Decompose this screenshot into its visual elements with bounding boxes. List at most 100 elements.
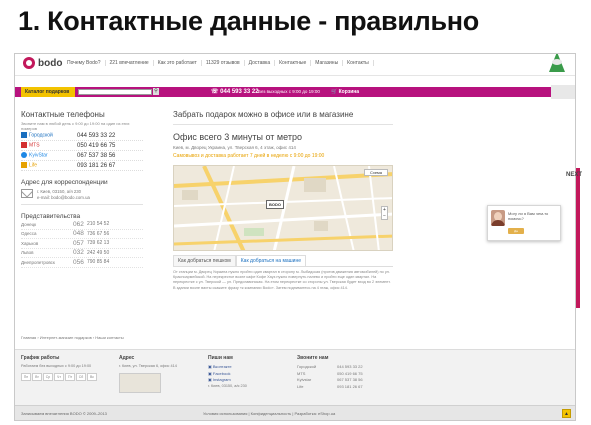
operator-name: MTS xyxy=(29,142,40,149)
rep-city: Харьков xyxy=(21,240,39,246)
legal-links[interactable]: Условия использования | Конфиденциальнос… xyxy=(203,411,335,416)
social-label: Instagram xyxy=(212,377,231,382)
office-address: Киев, м. Дворец Украина, ул. Тверская 6,… xyxy=(173,145,296,150)
rep-number: 790 85 84 xyxy=(87,259,110,266)
top-nav: Почему Bodo? 221 впечатление Как это раб… xyxy=(63,60,374,66)
city-phone-icon xyxy=(21,132,27,139)
mail-lines: г. Киев, 03150, а/я 230 e-mail: bodo@bod… xyxy=(37,189,90,200)
phone-number: 093 181 26 67 xyxy=(77,162,116,169)
cart-box xyxy=(551,85,575,99)
mail-title: Адрес для корреспонденции xyxy=(21,179,108,186)
copyright: Записываем впечатления BODO © 2009–2013 xyxy=(21,411,107,416)
kyivstar-icon xyxy=(21,152,27,159)
rep-city: Донецк xyxy=(21,221,37,227)
footer-mini-map[interactable] xyxy=(119,372,161,393)
map[interactable]: BODO Схема + − xyxy=(173,165,393,251)
phone-row: KyivStar 067 537 38 56 xyxy=(21,151,143,161)
operator-label: MTS xyxy=(21,142,77,149)
rep-number: 739 62 13 xyxy=(87,240,110,247)
footer-schedule: График работы Работаем без выходных с 9:… xyxy=(21,355,111,381)
day-cell: Чт xyxy=(54,372,64,381)
rep-city: Днепропетровск xyxy=(21,259,55,265)
social-label: Facebook xyxy=(212,370,231,376)
rep-city: Львов xyxy=(21,250,34,256)
nav-item[interactable]: 11329 отзывов xyxy=(202,60,245,66)
office-title: Офис всего 3 минуты от метро xyxy=(173,132,302,142)
mts-icon xyxy=(21,142,27,149)
tab-walk[interactable]: Как добраться пешком xyxy=(173,255,236,266)
header-hours: Без выходных с 9:00 до 19:00 xyxy=(258,89,320,94)
footer: График работы Работаем без выходных с 9:… xyxy=(15,349,575,405)
map-zoom-control[interactable]: + − xyxy=(381,206,388,220)
footer-phones-title: Звоните нам xyxy=(297,355,329,361)
breadcrumb[interactable]: Главная › Интернет-магазин подарков › На… xyxy=(21,335,124,340)
search-input[interactable] xyxy=(78,89,152,95)
nav-item[interactable]: 221 впечатление xyxy=(106,60,154,66)
rep-city: Одесса xyxy=(21,231,37,237)
days-row: Пн Вт Ср Чт Пт Сб Вс xyxy=(21,372,111,381)
mail-email[interactable]: e-mail: bodo@bodo.com.ua xyxy=(37,195,90,201)
rep-row: Одесса 048 736 67 56 xyxy=(21,230,143,239)
footer-phones: Звоните нам Городской 044 593 33 22 MTS 05… xyxy=(297,355,387,390)
header-phone: ☏ 044 593 33 22 xyxy=(211,89,259,95)
nav-item[interactable]: Магазины xyxy=(311,60,344,66)
operator-name: Life xyxy=(29,162,38,169)
footer-number: 093 181 26 67 xyxy=(337,383,363,389)
envelope-icon xyxy=(21,189,33,198)
phone-row: Life 093 181 26 67 xyxy=(21,161,143,171)
mail-block: г. Киев, 03150, а/я 230 e-mail: bodo@bod… xyxy=(21,189,143,205)
tab-car[interactable]: Как добраться на машине xyxy=(235,255,307,266)
map-scheme-button[interactable]: Схема xyxy=(364,169,388,176)
rep-number: 242 49 50 xyxy=(87,249,110,256)
bottom-bar: Записываем впечатления BODO © 2009–2013 … xyxy=(15,405,575,420)
contacts-subtitle: Звоните нам в любой день с 9:00 до 19:00… xyxy=(21,121,130,131)
nav-item[interactable]: Почему Bodo? xyxy=(63,60,106,66)
footer-social-title: Пиши нам xyxy=(208,355,233,361)
logo-text: bodo xyxy=(38,57,63,69)
map-marker[interactable]: BODO xyxy=(266,200,284,209)
next-label[interactable]: NEXT xyxy=(566,172,582,178)
chat-popup[interactable]: Могу ли я Вам чем-то помочь? Да xyxy=(487,205,561,241)
footer-phone-row: Life 093 181 26 67 xyxy=(297,384,387,391)
contacts-column: Контактные телефоны Звоните нам в любой … xyxy=(21,110,143,268)
rep-row: Донецк 062 210 54 52 xyxy=(21,220,143,230)
slide-title: 1. Контактные данные - правильно xyxy=(18,6,479,36)
directions-text: От станции м. Дворец Украина нужно пройт… xyxy=(173,270,391,290)
footer-schedule-title: График работы xyxy=(21,355,60,361)
operator-name: Городской xyxy=(29,132,53,139)
social-label: Вконтакте xyxy=(212,364,232,369)
phone-number: 050 419 66 75 xyxy=(77,142,116,149)
reps-title: Представительства xyxy=(21,213,81,220)
rep-prefix: 056 xyxy=(73,258,84,266)
divider xyxy=(173,124,393,125)
rep-prefix: 062 xyxy=(73,220,84,228)
rep-row: Днепропетровск 056 790 85 84 xyxy=(21,258,143,268)
phone-row: Городской 044 593 33 22 xyxy=(21,131,143,141)
operator-label: Life xyxy=(21,162,77,169)
search-icon[interactable]: ⚲ xyxy=(153,88,159,95)
main-column: Забрать подарок можно в офисе или в мага… xyxy=(173,110,393,291)
footer-social: Пиши нам ▣ Вконтакте ▣ Facebook ▣ Instag… xyxy=(208,355,288,389)
operator-label: KyivStar xyxy=(21,152,77,159)
footer-address-text: г. Киев, ул. Тверская 6, офис 414 xyxy=(119,364,177,368)
nav-item[interactable]: Доставка xyxy=(245,60,276,66)
cart-button[interactable]: 🛒 Корзина xyxy=(331,89,359,95)
avatar xyxy=(491,210,505,226)
catalog-button[interactable]: Каталог подарков xyxy=(21,87,75,97)
office-hours: Самовывоз и доставка работает 7 дней в н… xyxy=(173,153,325,159)
nav-item[interactable]: Контакты xyxy=(343,60,374,66)
life-icon xyxy=(21,162,27,169)
chat-reply-button[interactable]: Да xyxy=(508,228,524,234)
scroll-up-button[interactable]: ▲ xyxy=(562,409,571,418)
nav-item[interactable]: Контактные xyxy=(275,60,312,66)
contacts-title: Контактные телефоны xyxy=(21,110,105,119)
rep-prefix: 048 xyxy=(73,230,84,238)
day-cell: Пт xyxy=(65,372,75,381)
logo[interactable]: bodo xyxy=(23,57,62,69)
chat-side-tab[interactable] xyxy=(576,168,580,308)
footer-schedule-text: Работаем без выходных с 9:00 до 19:00 xyxy=(21,364,92,368)
phone-number: 067 537 38 56 xyxy=(77,152,116,159)
nav-item[interactable]: Как это работает xyxy=(154,60,202,66)
top-bar: bodo Почему Bodo? 221 впечатление Как эт… xyxy=(15,54,575,76)
rep-number: 210 54 52 xyxy=(87,221,110,228)
